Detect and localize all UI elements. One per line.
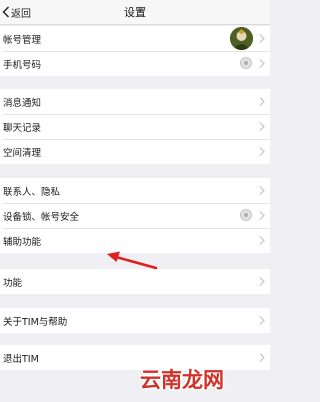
settings-item-label: 辅助功能 [3, 236, 42, 248]
chevron-right-icon [259, 211, 265, 220]
chevron-right-icon [259, 34, 265, 43]
chevron-right-icon [259, 353, 265, 362]
chevron-right-icon [259, 236, 265, 245]
settings-item-label: 消息通知 [3, 97, 42, 109]
chevron-right-icon [259, 122, 265, 131]
status-disc-icon [240, 57, 252, 69]
settings-item-label: 关于TIM与帮助 [3, 316, 68, 328]
chevron-right-icon [259, 316, 265, 325]
settings-item-label: 联系人、隐私 [3, 186, 61, 198]
settings-group-account: 帐号管理 手机号码 [0, 26, 270, 76]
settings-item-label: 聊天记录 [3, 122, 42, 134]
settings-item-label: 功能 [3, 277, 23, 289]
chevron-right-icon [259, 97, 265, 106]
watermark-logo: 云南龙网 云南龙网 [140, 367, 226, 391]
settings-group-privacy: 联系人、隐私 设备锁、帐号安全 辅助功能 [0, 178, 270, 253]
settings-item-label: 空间清理 [3, 147, 42, 159]
status-disc-icon [240, 209, 252, 221]
avatar [230, 27, 253, 50]
settings-item-label: 设备锁、帐号安全 [3, 211, 80, 223]
settings-group-messages: 消息通知 聊天记录 空间清理 [0, 89, 270, 164]
settings-item-notifications[interactable]: 消息通知 [0, 89, 270, 114]
chevron-right-icon [259, 186, 265, 195]
settings-item-storage-cleanup[interactable]: 空间清理 [0, 139, 270, 164]
settings-item-contacts-privacy[interactable]: 联系人、隐私 [0, 178, 270, 203]
settings-item-device-lock-security[interactable]: 设备锁、帐号安全 [0, 203, 270, 228]
settings-group-features: 功能 [0, 269, 270, 294]
chevron-right-icon [259, 277, 265, 286]
chevron-right-icon [259, 147, 265, 156]
settings-item-phone-number[interactable]: 手机号码 [0, 51, 270, 76]
settings-item-about-help[interactable]: 关于TIM与帮助 [0, 308, 270, 333]
settings-item-account-management[interactable]: 帐号管理 [0, 26, 270, 51]
watermark-text: 云南龙网 [140, 368, 224, 391]
chevron-right-icon [259, 59, 265, 68]
page-title: 设置 [124, 6, 146, 19]
settings-group-about: 关于TIM与帮助 [0, 308, 270, 333]
settings-item-features[interactable]: 功能 [0, 269, 270, 294]
settings-item-chat-history[interactable]: 聊天记录 [0, 114, 270, 139]
settings-item-label: 退出TIM [3, 353, 39, 365]
navigation-bar: 返回 设置 [0, 0, 270, 25]
annotation-arrow-icon [107, 251, 158, 270]
settings-item-label: 手机号码 [3, 59, 42, 71]
